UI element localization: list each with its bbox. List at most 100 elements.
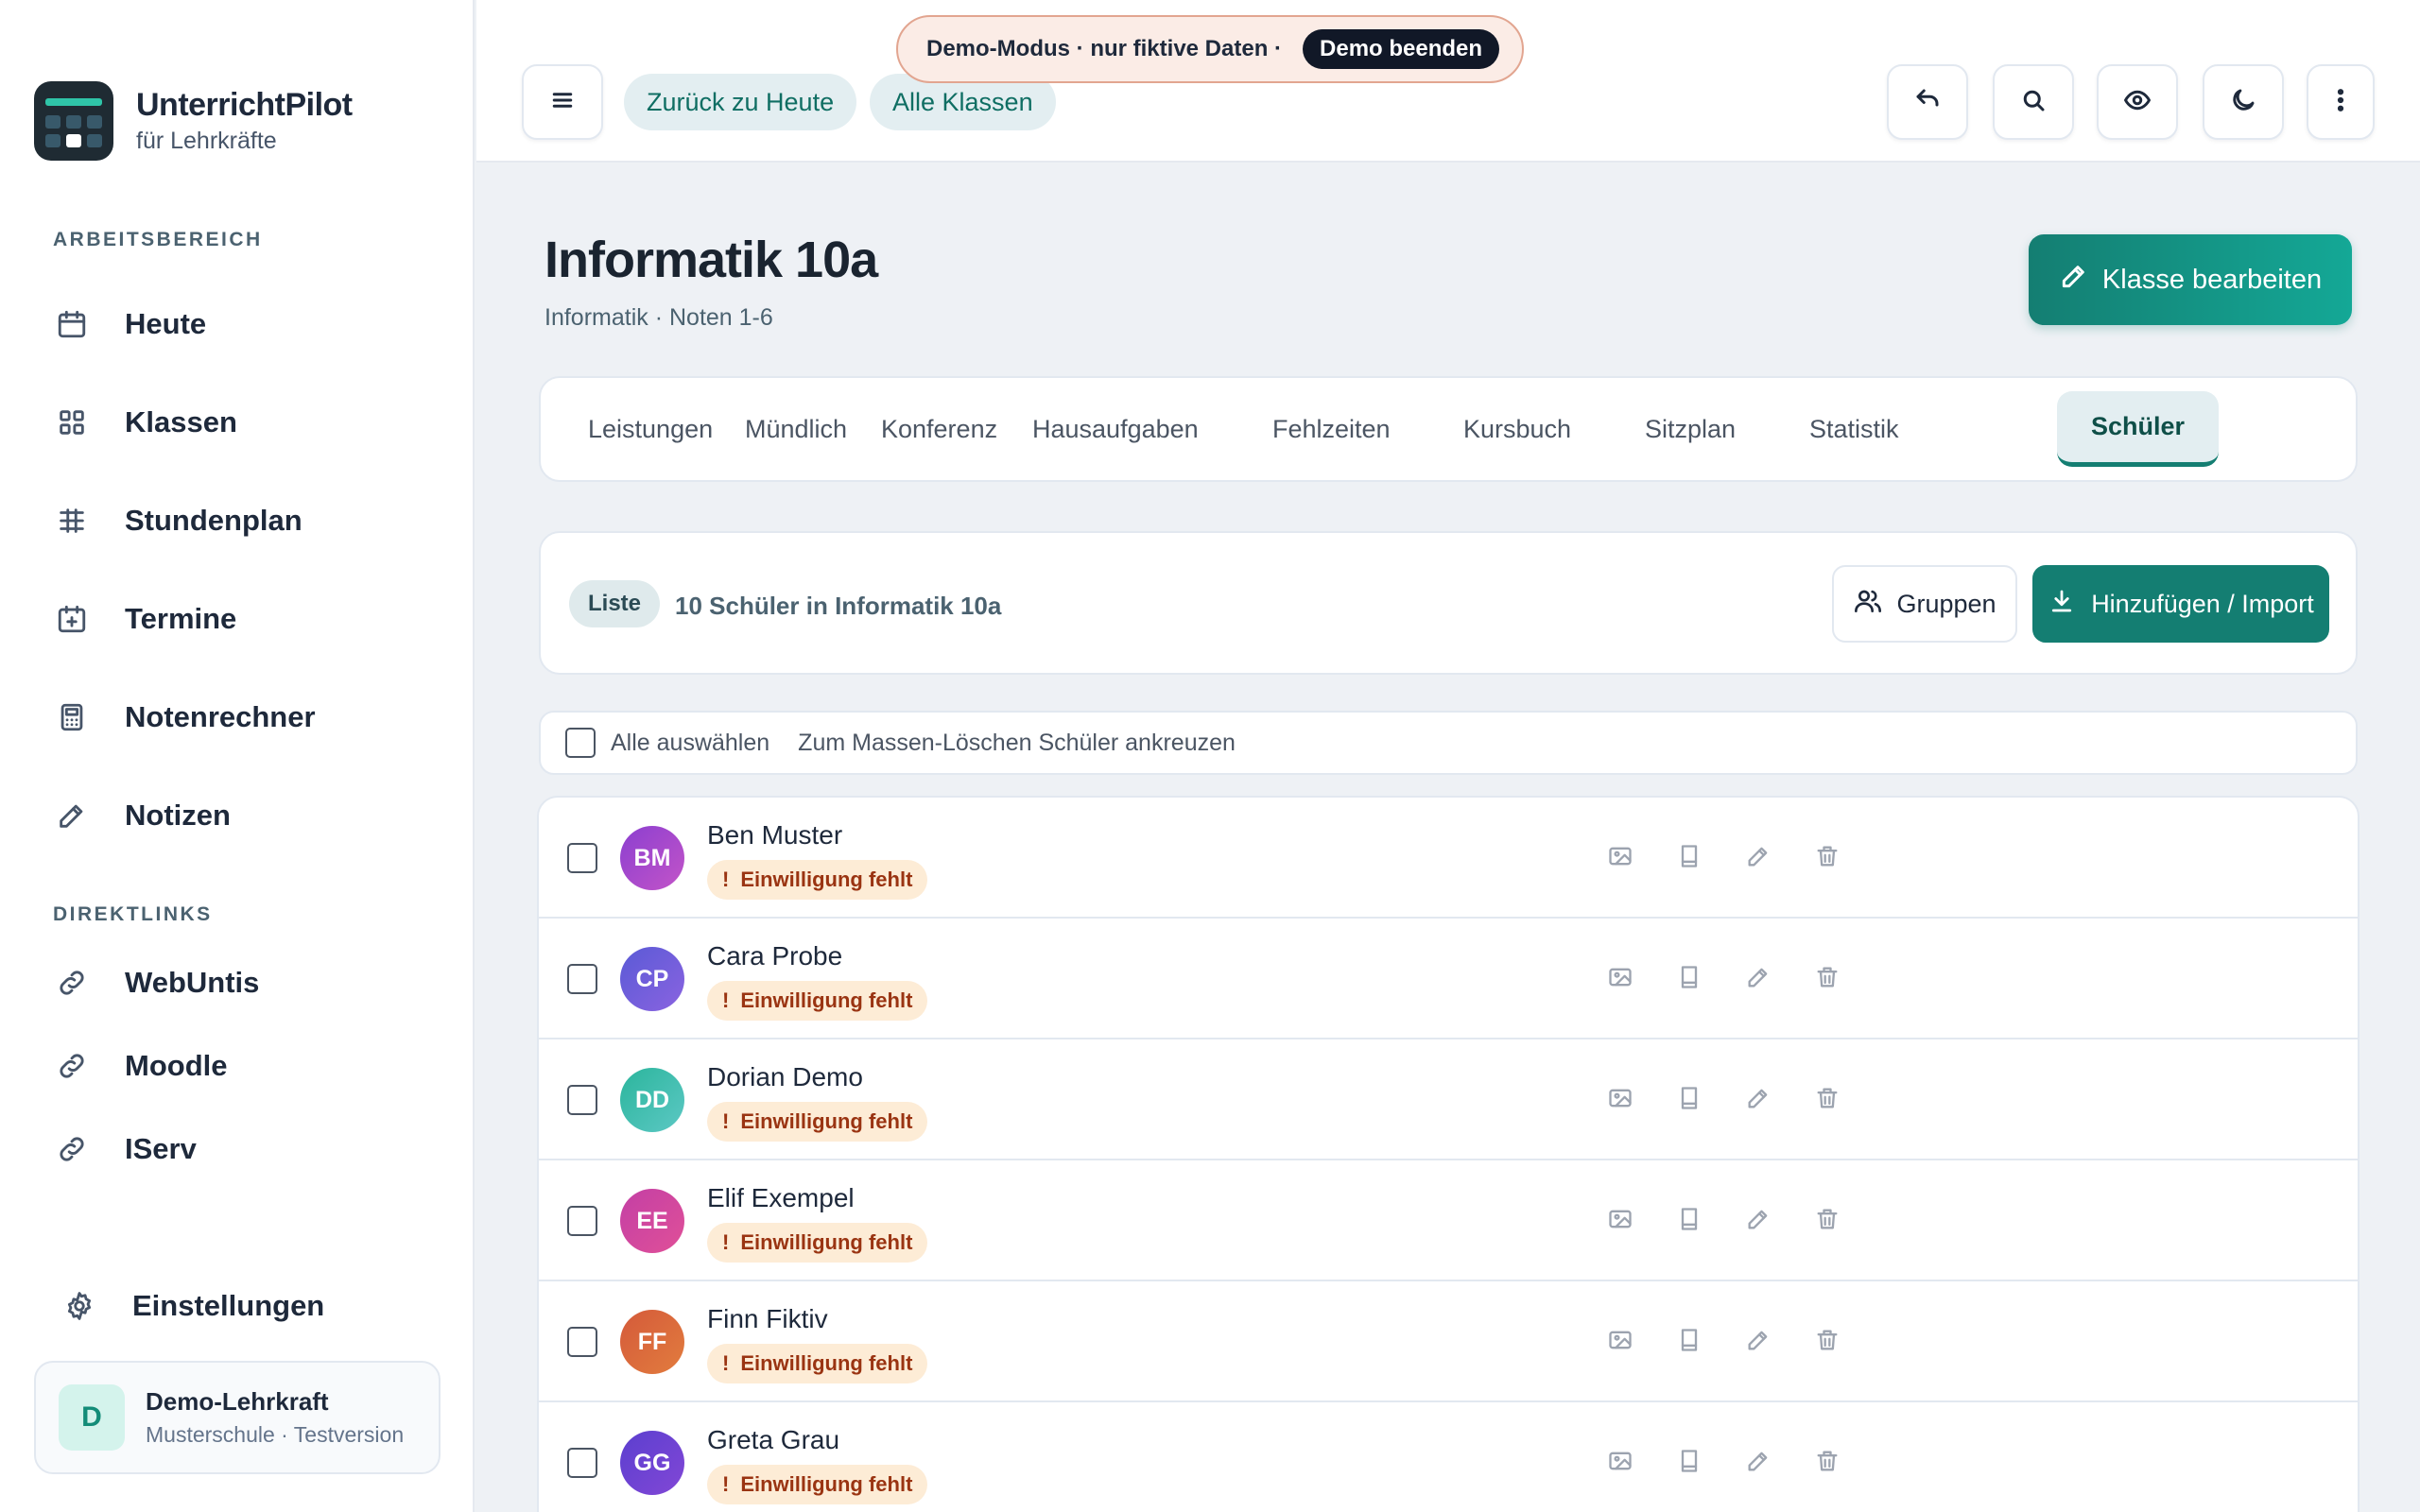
tab-statistik[interactable]: Statistik: [1775, 391, 1933, 467]
notebook-button[interactable]: [1668, 1200, 1710, 1242]
student-list-header: Liste 10 Schüler in Informatik 10a Grupp…: [539, 531, 2358, 675]
tab-hausaufgaben[interactable]: Hausaufgaben: [998, 391, 1233, 467]
pencil-icon: [2059, 261, 2102, 299]
more-vertical-icon: [2326, 86, 2355, 119]
student-checkbox[interactable]: [567, 1327, 597, 1357]
photo-button[interactable]: [1599, 1200, 1641, 1242]
photo-button[interactable]: [1599, 1442, 1641, 1484]
student-checkbox[interactable]: [567, 1085, 597, 1115]
delete-student-button[interactable]: [1806, 1321, 1848, 1363]
sidebar-item-notenrechner[interactable]: Notenrechner: [53, 689, 316, 746]
bulk-delete-hint: Zum Massen-Löschen Schüler ankreuzen: [798, 729, 1236, 756]
delete-student-button[interactable]: [1806, 958, 1848, 1000]
student-checkbox[interactable]: [567, 1206, 597, 1236]
sidebar-item-termine[interactable]: Termine: [53, 591, 236, 647]
notebook-button[interactable]: [1668, 837, 1710, 879]
delete-student-button[interactable]: [1806, 1442, 1848, 1484]
student-row[interactable]: CP Cara Probe! Einwilligung fehlt: [539, 919, 2358, 1040]
select-all-checkbox[interactable]: [565, 728, 596, 758]
back-to-today-link[interactable]: Zurück zu Heute: [624, 74, 857, 130]
dark-mode-button[interactable]: [2203, 64, 2284, 140]
select-all-label[interactable]: Alle auswählen: [611, 730, 769, 757]
student-name[interactable]: Finn Fiktiv: [707, 1304, 828, 1334]
photo-button[interactable]: [1599, 1321, 1641, 1363]
search-button[interactable]: [1993, 64, 2074, 140]
photo-button[interactable]: [1599, 958, 1641, 1000]
moon-icon: [2229, 86, 2257, 119]
brand[interactable]: UnterrichtPilot für Lehrkräfte: [34, 81, 353, 161]
calendar-plus-icon: [53, 600, 91, 638]
undo-button[interactable]: [1887, 64, 1968, 140]
student-row[interactable]: DD Dorian Demo! Einwilligung fehlt: [539, 1040, 2358, 1160]
image-icon: [1607, 964, 1634, 995]
notebook-button[interactable]: [1668, 1079, 1710, 1121]
sidebar-item-label: Termine: [125, 602, 237, 635]
sidebar: UnterrichtPilot für Lehrkräfte ARBEITSBE…: [0, 0, 475, 1512]
edit-student-button[interactable]: [1737, 837, 1779, 879]
sidebar-item-heute[interactable]: Heute: [53, 296, 206, 352]
sidebar-item-notizen[interactable]: Notizen: [53, 787, 231, 844]
image-icon: [1607, 1448, 1634, 1479]
eye-icon: [2123, 86, 2152, 119]
sidebar-item-stundenplan[interactable]: Stundenplan: [53, 492, 302, 549]
pencil-icon: [1745, 1085, 1772, 1116]
pencil-icon: [53, 797, 91, 834]
student-actions: [1599, 1442, 1876, 1484]
student-row[interactable]: FF Finn Fiktiv! Einwilligung fehlt: [539, 1281, 2358, 1402]
trash-icon: [1814, 1206, 1841, 1237]
view-badge[interactable]: Liste: [569, 580, 661, 627]
student-name[interactable]: Ben Muster: [707, 820, 842, 850]
menu-button[interactable]: [522, 64, 603, 140]
student-name[interactable]: Dorian Demo: [707, 1062, 863, 1092]
student-checkbox[interactable]: [567, 843, 597, 873]
student-name[interactable]: Cara Probe: [707, 941, 842, 971]
edit-student-button[interactable]: [1737, 1200, 1779, 1242]
add-import-button[interactable]: Hinzufügen / Import: [2032, 565, 2329, 643]
student-actions: [1599, 1200, 1876, 1242]
edit-student-button[interactable]: [1737, 1079, 1779, 1121]
image-icon: [1607, 843, 1634, 874]
student-row[interactable]: BM Ben Muster! Einwilligung fehlt: [539, 798, 2358, 919]
student-row[interactable]: GG Greta Grau! Einwilligung fehlt: [539, 1402, 2358, 1512]
edit-student-button[interactable]: [1737, 958, 1779, 1000]
grid-icon: [53, 404, 91, 441]
edit-student-button[interactable]: [1737, 1442, 1779, 1484]
edit-class-button[interactable]: Klasse bearbeiten: [2029, 234, 2352, 325]
photo-button[interactable]: [1599, 1079, 1641, 1121]
tab-fehlzeiten[interactable]: Fehlzeiten: [1238, 391, 1425, 467]
student-name[interactable]: Greta Grau: [707, 1425, 839, 1455]
pencil-icon: [1745, 1448, 1772, 1479]
sidebar-item-label: Einstellungen: [132, 1289, 325, 1322]
student-actions: [1599, 1321, 1876, 1363]
user-card[interactable]: D Demo-Lehrkraft Musterschule · Testvers…: [34, 1361, 441, 1474]
notebook-button[interactable]: [1668, 958, 1710, 1000]
sidebar-link-label: WebUntis: [125, 966, 260, 999]
groups-button[interactable]: Gruppen: [1832, 565, 2017, 643]
sidebar-link-iserv[interactable]: IServ: [53, 1121, 197, 1177]
sidebar-link-moodle[interactable]: Moodle: [53, 1038, 228, 1094]
book-icon: [1676, 1327, 1703, 1358]
notebook-button[interactable]: [1668, 1442, 1710, 1484]
link-icon: [53, 964, 91, 1002]
student-checkbox[interactable]: [567, 1448, 597, 1478]
student-checkbox[interactable]: [567, 964, 597, 994]
demo-end-button[interactable]: Demo beenden: [1303, 29, 1500, 69]
photo-button[interactable]: [1599, 837, 1641, 879]
more-button[interactable]: [2307, 64, 2375, 140]
student-name[interactable]: Elif Exempel: [707, 1183, 855, 1213]
book-icon: [1676, 843, 1703, 874]
delete-student-button[interactable]: [1806, 1200, 1848, 1242]
preview-button[interactable]: [2097, 64, 2178, 140]
tab-schueler[interactable]: Schüler: [2057, 391, 2220, 467]
sidebar-link-webuntis[interactable]: WebUntis: [53, 954, 259, 1011]
edit-student-button[interactable]: [1737, 1321, 1779, 1363]
tab-sitzplan[interactable]: Sitzplan: [1611, 391, 1770, 467]
student-row[interactable]: EE Elif Exempel! Einwilligung fehlt: [539, 1160, 2358, 1281]
delete-student-button[interactable]: [1806, 837, 1848, 879]
sidebar-item-klassen[interactable]: Klassen: [53, 394, 237, 451]
delete-student-button[interactable]: [1806, 1079, 1848, 1121]
student-actions: [1599, 958, 1876, 1000]
tab-kursbuch[interactable]: Kursbuch: [1429, 391, 1605, 467]
notebook-button[interactable]: [1668, 1321, 1710, 1363]
sidebar-item-einstellungen[interactable]: Einstellungen: [60, 1278, 324, 1334]
